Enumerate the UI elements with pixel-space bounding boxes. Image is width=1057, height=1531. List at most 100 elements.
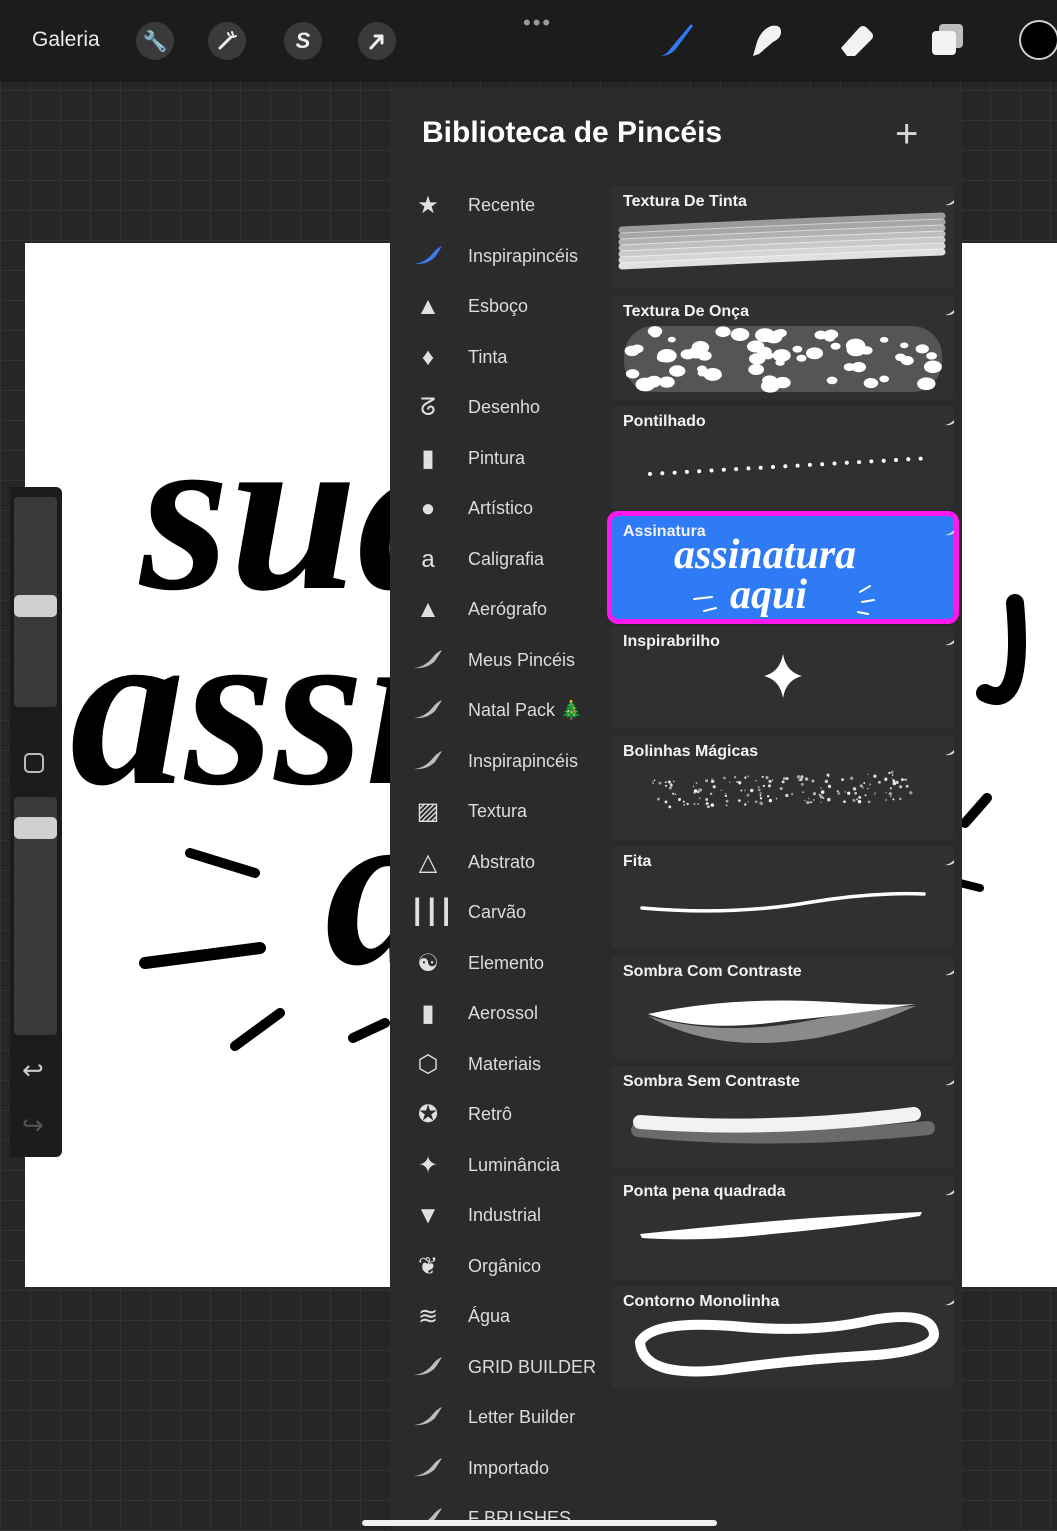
- brush-name: Pontilhado: [623, 413, 706, 430]
- arrow-cursor-icon: [369, 34, 384, 50]
- ink-drop-icon: ♦: [421, 343, 435, 371]
- category-item[interactable]: ♦ Tinta: [390, 334, 610, 385]
- category-item[interactable]: Letter Builder: [390, 1394, 610, 1445]
- category-item[interactable]: ᘔ Desenho: [390, 384, 610, 435]
- category-item[interactable]: △ Abstrato: [390, 839, 610, 890]
- brush-name: Inspirabrilho: [623, 633, 720, 650]
- category-label: Artístico: [468, 498, 534, 518]
- brush-stroke-icon: [410, 748, 446, 776]
- brush-stroke-icon: [410, 243, 446, 271]
- squiggle-icon: ᘔ: [420, 394, 436, 421]
- selection-button[interactable]: S: [284, 22, 322, 60]
- brush-card[interactable]: Ponta pena quadrada: [612, 1176, 954, 1279]
- category-label: Inspirapincéis: [468, 750, 579, 771]
- retro-star-icon: ✪: [417, 1101, 439, 1128]
- category-item[interactable]: ▮ Aerossol: [390, 990, 610, 1041]
- selection-s-icon: S: [295, 28, 311, 53]
- undo-icon[interactable]: ↩: [22, 1055, 44, 1086]
- transform-button[interactable]: [358, 22, 396, 60]
- category-label: Esboço: [468, 296, 529, 316]
- airbrush-icon: ▲: [416, 596, 440, 623]
- category-item[interactable]: Natal Pack 🎄: [390, 687, 610, 738]
- adjustments-button[interactable]: [208, 22, 246, 60]
- category-item[interactable]: ▲ Aerógrafo: [390, 586, 610, 637]
- category-label: Aerossol: [468, 1003, 539, 1023]
- category-item[interactable]: ❦ Orgânico: [390, 1243, 610, 1294]
- category-label: GRID BUILDER: [468, 1356, 597, 1377]
- category-label: Industrial: [468, 1205, 542, 1225]
- brush-card[interactable]: Textura De Onça: [612, 296, 954, 399]
- canvas-dash-3: [230, 1008, 285, 1051]
- sparkle-icon: ✦: [417, 1151, 439, 1179]
- brush-card[interactable]: Sombra Com Contraste: [612, 956, 954, 1059]
- layers-button[interactable]: [927, 20, 967, 60]
- panel-title: Biblioteca de Pincéis: [422, 116, 723, 149]
- triangle-icon: △: [418, 848, 438, 876]
- category-item[interactable]: Inspirapincéis: [390, 738, 610, 789]
- canvas-curve-right: [976, 594, 1026, 706]
- category-item[interactable]: ≋ Água: [390, 1293, 610, 1344]
- category-label: Inspirapincéis: [468, 245, 579, 266]
- brush-stroke-icon: [410, 1404, 446, 1432]
- category-item[interactable]: ┃┃┃ Carvão: [390, 889, 610, 940]
- category-label: Desenho: [468, 397, 541, 417]
- brush-library-panel: Biblioteca de Pincéis + ★ Recente Inspirap…: [390, 88, 962, 1531]
- brush-card[interactable]: Contorno Monolinha: [612, 1286, 954, 1389]
- category-item[interactable]: ▨ Textura: [390, 788, 610, 839]
- category-label: Retrô: [468, 1104, 513, 1124]
- brush-card[interactable]: Bolinhas Mágicas: [612, 736, 954, 839]
- category-item[interactable]: ▮ Pintura: [390, 435, 610, 486]
- texture-icon: ▨: [416, 798, 440, 825]
- brush-card[interactable]: Pontilhado: [612, 406, 954, 509]
- paintbrush-icon: ▮: [421, 444, 435, 472]
- cube-icon: ⬡: [417, 1050, 439, 1078]
- paint-tool-button[interactable]: [657, 20, 697, 60]
- brush-stroke-icon: [410, 1455, 446, 1483]
- wrench-icon: 🔧: [142, 30, 168, 53]
- category-item[interactable]: ▼ Industrial: [390, 1192, 610, 1243]
- add-brush-icon[interactable]: +: [895, 112, 918, 157]
- eraser-tool-button[interactable]: [837, 20, 877, 60]
- opacity-thumb[interactable]: [14, 817, 57, 839]
- category-item[interactable]: ★ Recente: [390, 182, 610, 233]
- eraser-icon: [841, 26, 873, 56]
- category-item[interactable]: a Caligrafia: [390, 536, 610, 587]
- category-item[interactable]: Inspirapincéis: [390, 233, 610, 284]
- smudge-tool-button[interactable]: [747, 20, 787, 60]
- category-item[interactable]: Meus Pincéis: [390, 637, 610, 688]
- brush-name: Fita: [623, 853, 652, 870]
- color-picker-button[interactable]: [1019, 20, 1057, 60]
- gallery-button[interactable]: Galeria: [32, 28, 100, 52]
- category-label: Elemento: [468, 952, 545, 973]
- category-item[interactable]: ⬡ Materiais: [390, 1041, 610, 1092]
- brush-card[interactable]: Sombra Sem Contraste: [612, 1066, 954, 1169]
- category-item[interactable]: GRID BUILDER: [390, 1344, 610, 1395]
- brush-card[interactable]: Inspirabrilho: [612, 626, 954, 729]
- canvas-dash-6: [956, 879, 984, 892]
- category-label: Caligrafia: [468, 548, 545, 569]
- anvil-icon: ▼: [416, 1202, 440, 1229]
- category-item[interactable]: ▲ Esboço: [390, 283, 610, 334]
- brush-name: Assinatura: [623, 523, 706, 540]
- brush-name: Textura De Tinta: [623, 193, 747, 210]
- brush-size-thumb[interactable]: [14, 595, 57, 617]
- home-indicator[interactable]: [362, 1520, 717, 1526]
- more-dots-icon[interactable]: •••: [523, 10, 552, 36]
- category-item[interactable]: Importado: [390, 1445, 610, 1496]
- brush-card-selected[interactable]: assinatura aqui Assinatura: [607, 511, 959, 624]
- category-label: Textura: [468, 801, 528, 821]
- brush-card[interactable]: Fita: [612, 846, 954, 949]
- brush-name: Contorno Monolinha: [623, 1293, 780, 1310]
- magic-wand-icon: [218, 31, 237, 50]
- category-item[interactable]: ✦ Luminância: [390, 1142, 610, 1193]
- brush-card[interactable]: Textura De Tinta: [612, 186, 954, 289]
- modify-button[interactable]: [24, 753, 44, 773]
- redo-icon[interactable]: ↪: [22, 1110, 44, 1141]
- palette-icon: ●: [420, 495, 436, 522]
- category-item[interactable]: ☯ Elemento: [390, 940, 610, 991]
- yin-yang-icon: ☯: [417, 949, 439, 977]
- actions-button[interactable]: 🔧: [136, 22, 174, 60]
- category-label: Orgânico: [468, 1255, 542, 1276]
- category-item[interactable]: ● Artístico: [390, 485, 610, 536]
- category-item[interactable]: ✪ Retrô: [390, 1091, 610, 1142]
